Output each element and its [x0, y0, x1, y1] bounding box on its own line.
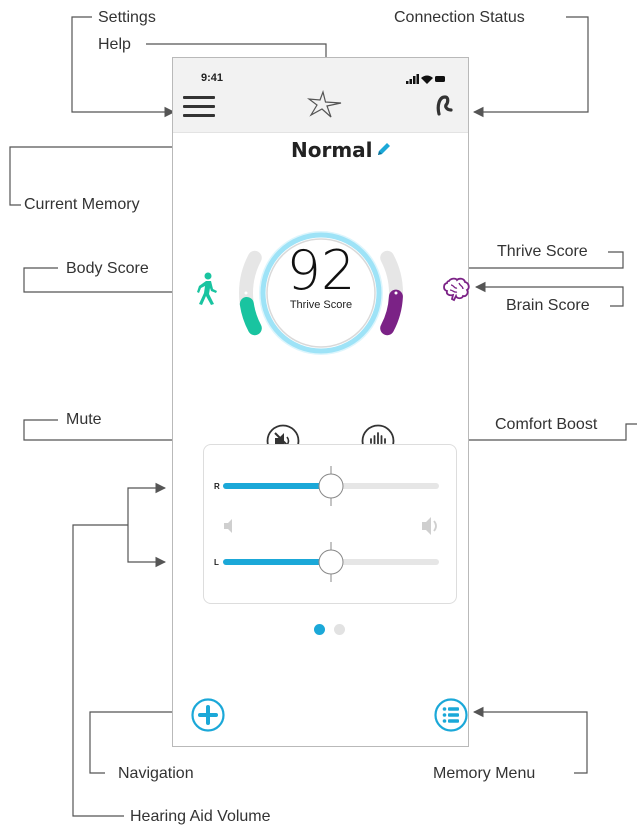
body-gauge-fill [239, 296, 262, 336]
settings-connector [71, 16, 176, 118]
hearing-aid-icon[interactable] [433, 94, 455, 121]
right-volume-slider-knob[interactable] [318, 473, 344, 499]
signal-wifi-battery-icon [406, 74, 445, 84]
hamburger-icon[interactable] [183, 96, 215, 120]
thrive-score-label: Thrive Score [289, 299, 353, 311]
settings-annotation: Settings [98, 9, 156, 26]
body-gauge-tick [244, 291, 248, 295]
app-header: 9:41 [173, 58, 468, 133]
memory-menu-connector [472, 706, 588, 774]
thrive-score-annotation: Thrive Score [497, 243, 588, 260]
thrive-score-value: 92 [286, 239, 356, 302]
volume-connector-bottom [127, 525, 167, 568]
connection-connector [472, 16, 589, 118]
page-dot[interactable] [334, 624, 345, 635]
phone-screen: 9:41 Normal 92 Thrive Score R L [172, 57, 471, 747]
brain-score-annotation: Brain Score [506, 297, 590, 314]
plus-icon[interactable] [191, 698, 225, 737]
brain-icon[interactable] [441, 277, 471, 308]
navigation-annotation: Navigation [118, 765, 194, 782]
star-logo-icon[interactable] [306, 89, 343, 123]
list-icon[interactable] [434, 698, 468, 737]
volume-up-icon[interactable] [422, 517, 437, 535]
left-volume-slider-knob[interactable] [318, 549, 344, 575]
current-memory-name[interactable]: Normal [291, 138, 373, 162]
help-annotation: Help [98, 36, 131, 53]
page-dot[interactable] [314, 624, 325, 635]
walking-person-icon[interactable] [193, 272, 219, 311]
mute-annotation: Mute [66, 411, 102, 428]
pencil-icon[interactable] [375, 140, 393, 163]
connection-status-annotation: Connection Status [394, 9, 525, 26]
status-time: 9:41 [201, 72, 224, 84]
hearing-aid-volume-annotation: Hearing Aid Volume [130, 808, 271, 825]
volume-sliders [223, 466, 439, 582]
brain-gauge-fill [380, 289, 403, 336]
volume-down-icon[interactable] [224, 519, 232, 533]
system-status-icons [406, 72, 446, 90]
brain-gauge-tick [394, 291, 398, 295]
memory-menu-annotation: Memory Menu [433, 765, 536, 782]
hearing-aid-volume-panel: R L [203, 444, 457, 604]
current-memory-annotation: Current Memory [24, 196, 140, 213]
volume-connector-top [127, 482, 167, 525]
comfort-boost-annotation: Comfort Boost [495, 416, 598, 433]
body-score-annotation: Body Score [66, 260, 149, 277]
